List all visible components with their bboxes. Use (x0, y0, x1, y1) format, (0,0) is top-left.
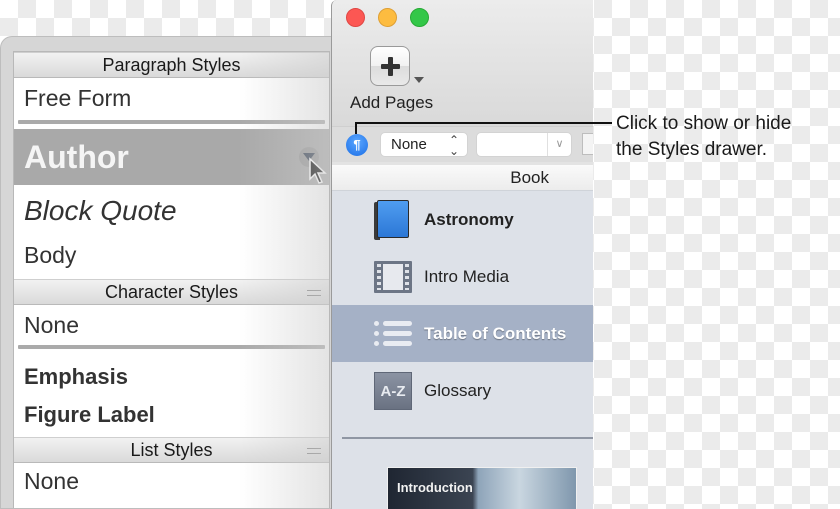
resize-grip-icon[interactable] (307, 448, 321, 454)
style-label: Body (24, 242, 77, 268)
close-button[interactable] (346, 8, 365, 27)
zoom-button[interactable] (410, 8, 429, 27)
character-styles-title: Character Styles (104, 282, 239, 302)
styles-list: Paragraph Styles Free Form Author Block … (13, 51, 330, 508)
sidebar-item-glossary[interactable]: A-Z Glossary (332, 362, 593, 419)
paragraph-styles-title: Paragraph Styles (102, 55, 241, 75)
paragraph-style-body[interactable]: Body (14, 237, 329, 279)
styles-drawer-toggle-button[interactable]: ¶ (346, 134, 368, 156)
book-icon (374, 199, 412, 241)
sidebar-header: Book (332, 165, 593, 191)
toolbar: Add Pages (332, 0, 593, 126)
paragraph-style-select[interactable]: None ⌃ ⌄ (380, 132, 468, 157)
add-pages-label: Add Pages (350, 93, 434, 112)
callout-leader-line (355, 122, 612, 124)
divider (342, 437, 593, 439)
list-style-none[interactable]: None (14, 463, 329, 503)
add-pages-button[interactable] (370, 46, 410, 86)
list-icon (374, 319, 412, 349)
window-controls (346, 8, 429, 27)
character-style-figure-label[interactable]: Figure Label (14, 395, 329, 437)
page-thumbnail-introduction[interactable]: Introduction (387, 467, 577, 509)
glossary-az-icon: A-Z (374, 371, 412, 410)
mouse-pointer-icon (309, 157, 327, 184)
chevron-down-icon[interactable]: ∨ (547, 133, 571, 156)
film-icon (374, 260, 412, 293)
paragraph-style-block-quote[interactable]: Block Quote (14, 185, 329, 237)
sidebar-item-table-of-contents[interactable]: Table of Contents (332, 305, 593, 362)
format-bar: ¶ None ⌃ ⌄ ∨ (332, 126, 593, 162)
minimize-button[interactable] (378, 8, 397, 27)
sidebar-item-label: Table of Contents (424, 323, 567, 343)
thumbnail-label: Introduction (397, 480, 473, 495)
sidebar-item-label: Intro Media (424, 266, 510, 286)
callout-line-1: Click to show or hide (616, 113, 792, 134)
list-styles-title: List Styles (130, 440, 213, 460)
sidebar-item-astronomy[interactable]: Astronomy (332, 191, 593, 248)
style-label: None (24, 468, 79, 494)
paragraph-styles-header[interactable]: Paragraph Styles (14, 52, 329, 78)
callout-annotation: Click to show or hide the Styles drawer. (616, 111, 791, 163)
style-label: Author (24, 139, 129, 175)
format-control-partial[interactable] (582, 133, 593, 155)
resize-grip-icon[interactable] (307, 290, 321, 296)
font-combo-box[interactable]: ∨ (476, 132, 572, 157)
sidebar-item-intro-media[interactable]: Intro Media (332, 248, 593, 305)
callout-line-2: the Styles drawer. (616, 139, 768, 160)
style-label: None (24, 312, 79, 338)
style-label: Figure Label (24, 402, 155, 427)
character-style-emphasis[interactable]: Emphasis (14, 355, 329, 395)
sidebar-item-label: Glossary (424, 380, 492, 400)
styles-drawer: Paragraph Styles Free Form Author Block … (0, 36, 334, 509)
dropdown-caret-icon[interactable] (414, 77, 424, 83)
style-label: Free Form (24, 85, 132, 111)
character-styles-header[interactable]: Character Styles (14, 279, 329, 305)
sidebar-item-label: Astronomy (424, 209, 514, 229)
paragraph-style-author[interactable]: Author (14, 129, 329, 185)
app-window: Add Pages ¶ None ⌃ ⌄ ∨ Book Astronomy Int… (331, 0, 593, 509)
up-down-chevron-icon: ⌃ ⌄ (448, 133, 459, 158)
style-label: Block Quote (24, 195, 177, 226)
paragraph-style-value: None (391, 136, 427, 153)
plus-icon-stroke (388, 57, 393, 76)
sidebar-title: Book (510, 168, 549, 187)
style-label: Emphasis (24, 364, 128, 389)
callout-leader-tick (355, 123, 357, 134)
book-sidebar: Book Astronomy Intro Media Table of Cont… (332, 165, 593, 509)
character-style-none[interactable]: None (14, 305, 329, 345)
list-styles-header[interactable]: List Styles (14, 437, 329, 463)
paragraph-style-free-form[interactable]: Free Form (14, 78, 329, 120)
